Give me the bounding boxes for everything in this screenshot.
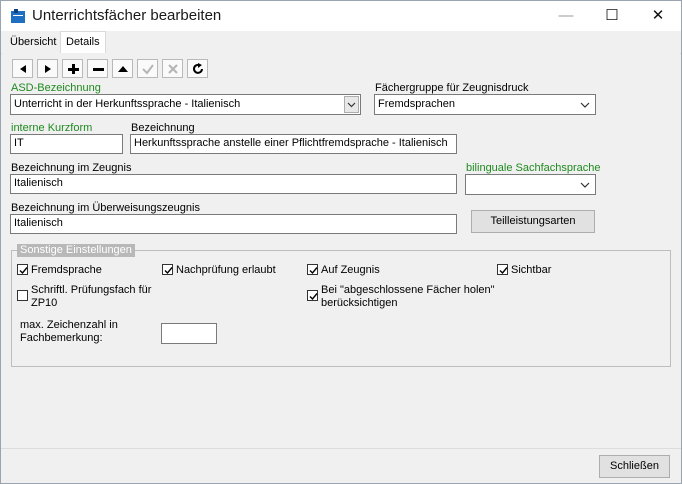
zeichenzahl-label-line2: Fachbemerkung: xyxy=(20,332,103,344)
add-icon xyxy=(68,64,79,74)
faechergruppe-select[interactable]: Fremdsprachen xyxy=(374,94,596,115)
abgeschlossen-label-line2: berücksichtigen xyxy=(321,297,398,309)
save-record-button[interactable] xyxy=(137,59,158,78)
faechergruppe-label: Fächergruppe für Zeugnisdruck xyxy=(375,82,529,94)
cancel-edit-button[interactable] xyxy=(162,59,183,78)
checkmark-icon xyxy=(499,267,508,275)
fremdsprache-label: Fremdsprache xyxy=(31,264,102,276)
tab-details[interactable]: Details xyxy=(60,31,106,54)
close-icon: ✕ xyxy=(651,7,665,24)
abgeschlossen-label-line1: Bei "abgeschlossene Fächer holen" xyxy=(321,284,495,296)
schriftl-pruefungsfach-checkbox[interactable] xyxy=(17,290,28,301)
chevron-down-icon xyxy=(580,182,590,188)
zeichenzahl-input[interactable] xyxy=(161,323,217,344)
maximize-icon: ☐ xyxy=(605,7,619,24)
kurzform-label: interne Kurzform xyxy=(11,122,93,134)
window-title: Unterrichtsfächer bearbeiten xyxy=(32,7,222,24)
checkmark-icon xyxy=(164,267,173,275)
schriftl-label-line2: ZP10 xyxy=(31,297,58,309)
teilleistungsarten-button[interactable]: Teilleistungsarten xyxy=(471,210,595,233)
bilingual-label: bilinguale Sachfachsprache xyxy=(466,162,601,174)
previous-record-button[interactable] xyxy=(12,59,33,78)
cancel-icon xyxy=(168,64,178,74)
auf-zeugnis-checkbox[interactable] xyxy=(307,264,318,275)
refresh-button[interactable] xyxy=(187,59,208,78)
group-title: Sonstige Einstellungen xyxy=(17,244,135,257)
bezeichnung-input[interactable]: Herkunftssprache anstelle einer Pflichtf… xyxy=(130,134,457,154)
nachpruefung-label: Nachprüfung erlaubt xyxy=(176,264,276,276)
faechergruppe-value: Fremdsprachen xyxy=(378,98,456,110)
dialog-window: Unterrichtsfächer bearbeiten — ☐ ✕ Übers… xyxy=(0,0,682,484)
auf-zeugnis-label: Auf Zeugnis xyxy=(321,264,380,276)
ueberweisung-label: Bezeichnung im Überweisungszeugnis xyxy=(11,202,200,214)
add-record-button[interactable] xyxy=(62,59,83,78)
sichtbar-label: Sichtbar xyxy=(511,264,552,276)
fremdsprache-checkbox[interactable] xyxy=(17,264,28,275)
maximize-button[interactable]: ☐ xyxy=(589,1,635,31)
ueberweisung-input[interactable]: Italienisch xyxy=(10,214,457,234)
kurzform-input[interactable]: IT xyxy=(10,134,123,154)
check-icon xyxy=(142,64,154,75)
up-icon xyxy=(118,66,128,72)
close-window-button[interactable]: ✕ xyxy=(635,1,681,31)
title-bar: Unterrichtsfächer bearbeiten — ☐ ✕ xyxy=(1,1,681,31)
delete-record-button[interactable] xyxy=(87,59,108,78)
next-record-button[interactable] xyxy=(37,59,58,78)
zeugnis-label: Bezeichnung im Zeugnis xyxy=(11,162,132,174)
chevron-down-icon xyxy=(347,102,356,108)
app-icon xyxy=(11,9,25,23)
next-icon xyxy=(45,65,51,73)
asd-dropdown-button[interactable] xyxy=(344,96,359,113)
refresh-icon xyxy=(193,63,203,74)
bezeichnung-label: Bezeichnung xyxy=(131,122,195,134)
tab-uebersicht[interactable]: Übersicht xyxy=(5,33,61,52)
asd-select[interactable]: Unterricht in der Herkunftssprache - Ita… xyxy=(10,94,361,115)
checkmark-icon xyxy=(309,267,318,275)
schliessen-button[interactable]: Schließen xyxy=(599,455,670,478)
tab-strip: Übersicht Details xyxy=(1,31,681,54)
nachpruefung-checkbox[interactable] xyxy=(162,264,173,275)
asd-value: Unterricht in der Herkunftssprache - Ita… xyxy=(14,98,241,110)
footer-separator xyxy=(1,448,681,449)
move-up-button[interactable] xyxy=(112,59,133,78)
minimize-icon: — xyxy=(558,7,574,24)
checkmark-icon xyxy=(19,267,28,275)
bilingual-select[interactable] xyxy=(465,174,596,195)
schriftl-label-line1: Schriftl. Prüfungsfach für xyxy=(31,284,152,296)
zeugnis-input[interactable]: Italienisch xyxy=(10,174,457,194)
remove-icon xyxy=(93,68,104,71)
abgeschlossene-faecher-checkbox[interactable] xyxy=(307,290,318,301)
zeichenzahl-label-line1: max. Zeichenzahl in xyxy=(20,319,118,331)
chevron-down-icon xyxy=(580,102,590,108)
sichtbar-checkbox[interactable] xyxy=(497,264,508,275)
checkmark-icon xyxy=(309,293,318,301)
asd-label: ASD-Bezeichnung xyxy=(11,82,101,94)
prev-icon xyxy=(20,65,26,73)
minimize-button[interactable]: — xyxy=(543,1,589,31)
